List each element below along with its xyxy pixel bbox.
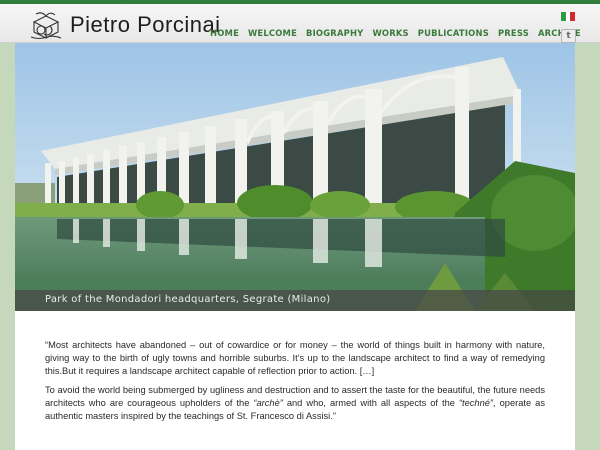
nav-item-biography[interactable]: BIOGRAPHY: [306, 28, 363, 38]
main-content: Park of the Mondadori headquarters, Segr…: [15, 43, 575, 450]
twitter-icon[interactable]: t: [561, 29, 576, 43]
quote-p2-arche: “archè”: [253, 398, 283, 408]
quote-section: “Most architects have abandoned – out of…: [45, 339, 545, 429]
main-nav: HOME WELCOME BIOGRAPHY WORKS PUBLICATION…: [210, 28, 581, 38]
nav-item-works[interactable]: WORKS: [372, 28, 408, 38]
site-header: Pietro Porcinai HOME WELCOME BIOGRAPHY W…: [0, 4, 600, 43]
italian-flag-icon[interactable]: [561, 12, 576, 21]
nav-item-home[interactable]: HOME: [210, 28, 239, 38]
hero-image: Park of the Mondadori headquarters, Segr…: [15, 43, 575, 311]
quote-p2-text-c: and who, armed with all aspects of the: [282, 398, 459, 408]
quote-p2-techne: “techné”: [458, 398, 494, 408]
quote-paragraph-1: “Most architects have abandoned – out of…: [45, 340, 545, 376]
site-title[interactable]: Pietro Porcinai: [70, 12, 221, 38]
hero-caption: Park of the Mondadori headquarters, Segr…: [45, 294, 331, 305]
hero-caption-bar: Park of the Mondadori headquarters, Segr…: [15, 290, 575, 311]
nav-item-welcome[interactable]: WELCOME: [248, 28, 297, 38]
nav-item-press[interactable]: PRESS: [498, 28, 529, 38]
sketch-logo-icon[interactable]: [28, 10, 64, 42]
quote-paragraph-2: To avoid the world being submerged by ug…: [45, 384, 545, 423]
nav-item-publications[interactable]: PUBLICATIONS: [418, 28, 489, 38]
hero-photo: [15, 43, 575, 311]
